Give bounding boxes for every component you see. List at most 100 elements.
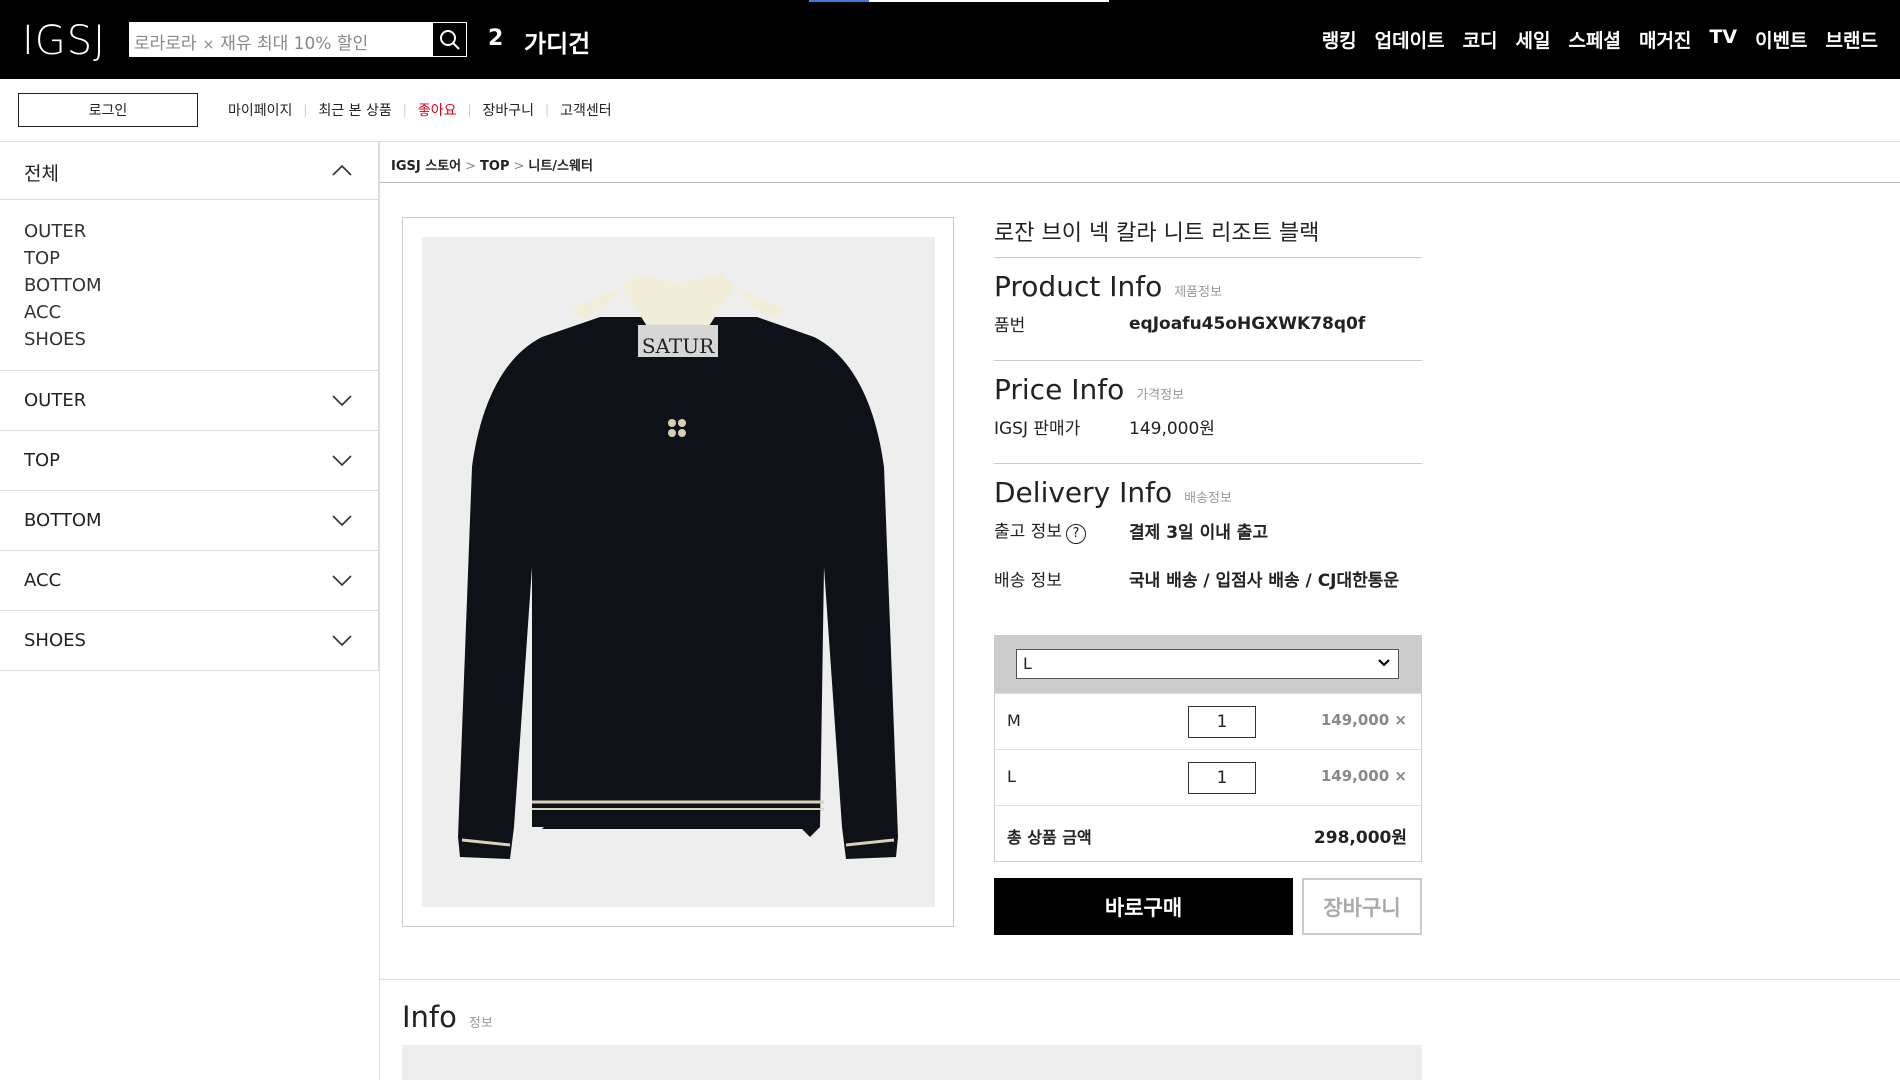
sweater-image: SATUR	[458, 273, 898, 859]
quantity-input[interactable]: 1	[1188, 762, 1256, 794]
search-icon	[439, 29, 460, 50]
price-label: IGSJ 판매가	[994, 419, 1081, 439]
delivery-info-sub: 배송정보	[1184, 491, 1232, 506]
option-select-row: L	[995, 636, 1421, 693]
nav-codi[interactable]: 코디	[1463, 26, 1498, 53]
sidebar-item-shoes[interactable]: SHOES	[24, 326, 378, 353]
delivery-info-section: Delivery Info 배송정보 출고 정보? 결제 3일 이내 출고 배송 정…	[994, 464, 1422, 615]
sidebar-row-acc[interactable]: ACC	[0, 551, 378, 611]
nav-ranking[interactable]: 랭킹	[1322, 26, 1357, 53]
sidebar-row-shoes[interactable]: SHOES	[0, 611, 378, 671]
search-button[interactable]	[433, 23, 466, 56]
sidebar-row-label: BOTTOM	[24, 510, 102, 531]
chevron-down-icon	[332, 455, 352, 467]
chevron-down-icon	[332, 575, 352, 587]
utility-links: 마이페이지 | 최근 본 상품 | 좋아요 | 장바구니 | 고객센터	[228, 100, 612, 120]
sidebar-item-top[interactable]: TOP	[24, 245, 378, 272]
search-box[interactable]: 로라로라 × 재유 최대 10% 할인	[129, 22, 467, 57]
help-icon[interactable]: ?	[1065, 523, 1086, 544]
nav-event[interactable]: 이벤트	[1755, 26, 1807, 53]
breadcrumb-top[interactable]: TOP	[480, 159, 509, 174]
chevron-down-icon	[1378, 659, 1390, 667]
nav-sale[interactable]: 세일	[1516, 26, 1551, 53]
breadcrumb-knit[interactable]: 니트/스웨터	[528, 159, 593, 174]
category-title: 가디건	[524, 30, 591, 58]
price-info-sub: 가격정보	[1136, 388, 1185, 403]
product-info-panel: 로잔 브이 넥 칼라 니트 리조트 블랙 Product Info 제품정보 품번…	[994, 215, 1422, 615]
quantity-input[interactable]: 1	[1188, 706, 1256, 738]
nav-tv[interactable]: TV	[1709, 26, 1737, 53]
price-value: 149,000원	[1129, 419, 1215, 439]
nav-magazine[interactable]: 매거진	[1639, 26, 1691, 53]
search-clear-icon[interactable]: ×	[203, 37, 215, 53]
delivery-info-heading: Delivery Info	[994, 476, 1173, 509]
breadcrumb: IGSJ 스토어 > TOP > 니트/스웨터	[391, 159, 593, 174]
price-info-section: Price Info 가격정보 IGSJ 판매가 149,000원	[994, 361, 1422, 464]
content-divider	[379, 142, 380, 1080]
main-nav: 랭킹 업데이트 코디 세일 스페셜 매거진 TV 이벤트 브랜드	[1322, 26, 1878, 53]
search-keyword: 로라로라	[134, 34, 197, 54]
price-info-heading: Price Info	[994, 373, 1125, 406]
sidebar-head-all[interactable]: 전체	[0, 142, 378, 200]
divider: |	[402, 103, 407, 117]
sidebar-row-label: OUTER	[24, 390, 87, 411]
info-divider	[380, 979, 1900, 980]
total-label: 총 상품 금액	[1007, 828, 1092, 847]
sidebar-head-label: 전체	[24, 163, 59, 185]
sidebar-row-label: SHOES	[24, 630, 86, 651]
image-brand-text: SATUR	[642, 334, 715, 358]
product-image-frame: SATUR	[402, 217, 954, 927]
option-box: L M 1 149,000 × L 1 149,000 × 총 상품 금액 29…	[994, 635, 1422, 862]
divider: |	[545, 103, 550, 117]
info-content	[402, 1045, 1422, 1080]
ship-value: 결제 3일 이내 출고	[1129, 522, 1269, 543]
delivery-label: 배송 정보	[994, 570, 1062, 591]
breadcrumb-store[interactable]: IGSJ 스토어	[391, 159, 461, 174]
add-to-cart-button[interactable]: 장바구니	[1302, 878, 1422, 935]
link-cart[interactable]: 장바구니	[483, 100, 535, 120]
chevron-down-icon	[332, 635, 352, 647]
cart-count[interactable]: 2	[488, 26, 503, 51]
site-logo[interactable]: IGSJ	[22, 18, 106, 64]
search-promo: 재유 최대 10% 할인	[220, 34, 369, 54]
sidebar-list: OUTER TOP BOTTOM ACC SHOES	[0, 200, 378, 371]
option-price: 149,000	[1320, 767, 1390, 785]
sidebar-item-outer[interactable]: OUTER	[24, 218, 378, 245]
product-image[interactable]: SATUR	[422, 237, 935, 907]
sku-value: eqJoafu45oHGXWK78q0f	[1129, 313, 1366, 334]
product-title: 로잔 브이 넥 칼라 니트 리조트 블랙	[994, 215, 1422, 258]
remove-icon[interactable]: ×	[1394, 711, 1407, 729]
search-input[interactable]: 로라로라 × 재유 최대 10% 할인	[130, 23, 433, 56]
login-button[interactable]: 로그인	[18, 93, 198, 127]
utility-bar: 로그인 마이페이지 | 최근 본 상품 | 좋아요 | 장바구니 | 고객센터	[0, 79, 1900, 142]
link-mypage[interactable]: 마이페이지	[228, 100, 292, 120]
nav-update[interactable]: 업데이트	[1375, 26, 1445, 53]
size-select-value: L	[1023, 654, 1032, 673]
sidebar-row-top[interactable]: TOP	[0, 431, 378, 491]
delivery-value: 국내 배송 / 입점사 배송 / CJ대한통운	[1129, 570, 1400, 591]
remove-icon[interactable]: ×	[1394, 767, 1407, 785]
chevron-up-icon	[332, 164, 352, 176]
info-sub: 정보	[468, 1016, 493, 1031]
product-info-section: Product Info 제품정보 품번 eqJoafu45oHGXWK78q0f	[994, 258, 1422, 361]
category-sidebar: 전체 OUTER TOP BOTTOM ACC SHOES OUTER TOP …	[0, 142, 379, 671]
sidebar-row-label: ACC	[24, 570, 62, 591]
size-select[interactable]: L	[1016, 649, 1399, 679]
sidebar-item-acc[interactable]: ACC	[24, 299, 378, 326]
divider: |	[467, 103, 472, 117]
breadcrumb-divider	[380, 182, 1900, 183]
divider: |	[303, 103, 308, 117]
sidebar-item-bottom[interactable]: BOTTOM	[24, 272, 378, 299]
product-info-sub: 제품정보	[1174, 285, 1223, 300]
nav-special[interactable]: 스페셜	[1569, 26, 1621, 53]
link-like[interactable]: 좋아요	[418, 100, 457, 120]
nav-brand[interactable]: 브랜드	[1826, 26, 1878, 53]
sidebar-row-outer[interactable]: OUTER	[0, 371, 378, 431]
chevron-down-icon	[332, 515, 352, 527]
sidebar-row-bottom[interactable]: BOTTOM	[0, 491, 378, 551]
link-support[interactable]: 고객센터	[560, 100, 612, 120]
buy-now-button[interactable]: 바로구매	[994, 878, 1293, 935]
page-load-bar	[809, 0, 1109, 2]
link-recent[interactable]: 최근 본 상품	[318, 100, 391, 120]
option-name: M	[1007, 711, 1021, 730]
